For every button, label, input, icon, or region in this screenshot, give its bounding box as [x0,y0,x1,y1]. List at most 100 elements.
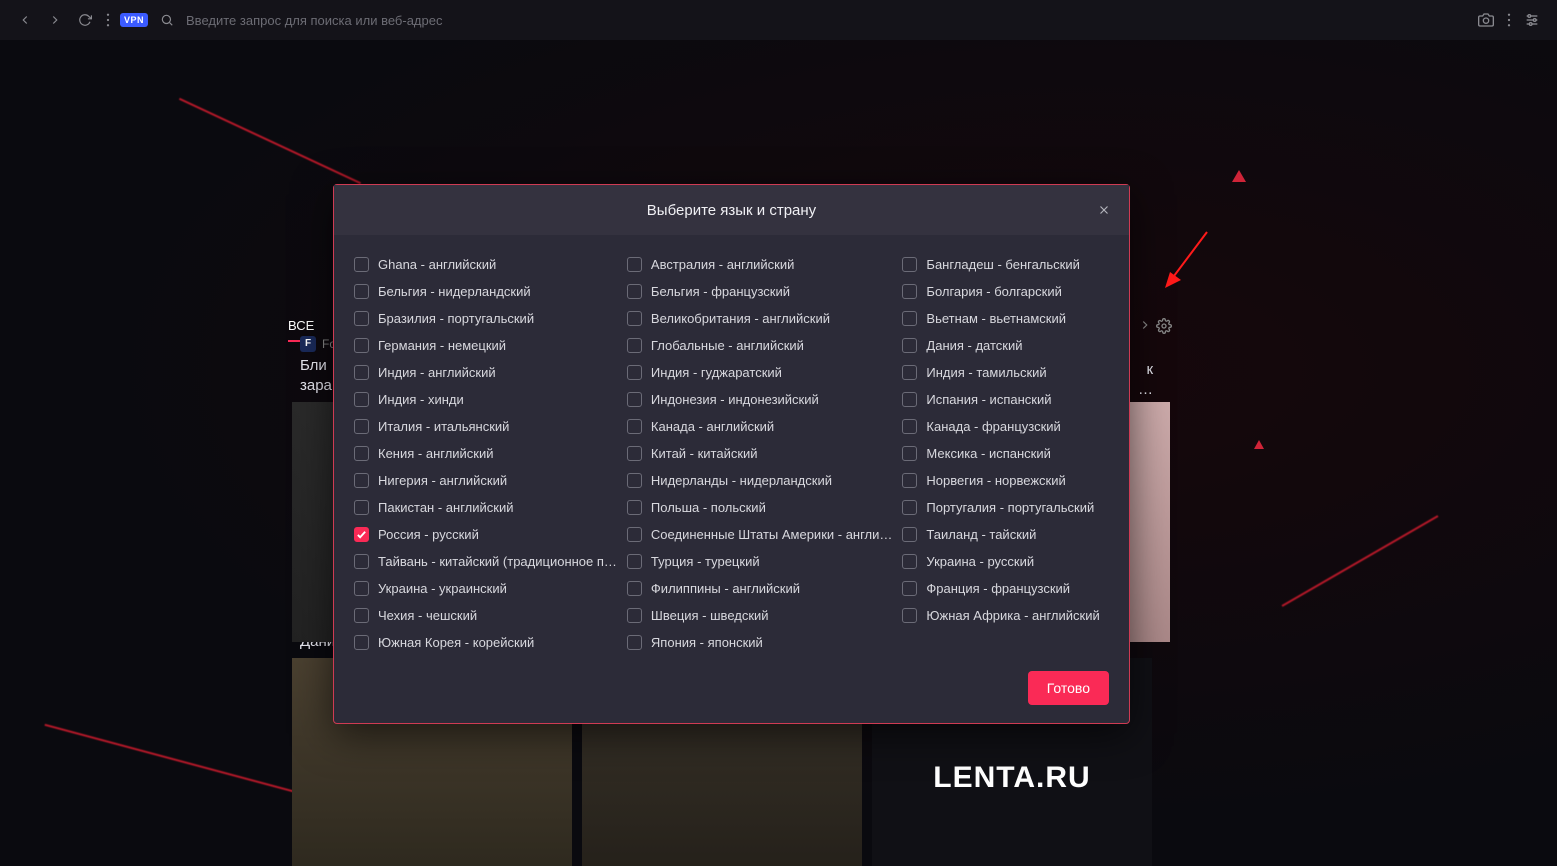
news-headline[interactable]: Близара [300,356,336,397]
checkbox[interactable] [627,365,642,380]
checkbox[interactable] [354,392,369,407]
checkbox[interactable] [902,608,917,623]
checkbox[interactable] [902,527,917,542]
language-option[interactable]: Австралия - английский [627,253,892,275]
language-option[interactable]: Германия - немецкий [354,334,617,356]
checkbox[interactable] [354,473,369,488]
checkbox[interactable] [902,554,917,569]
checkbox[interactable] [902,365,917,380]
language-option[interactable]: Португалия - португальский [902,496,1109,518]
language-option[interactable]: Турция - турецкий [627,550,892,572]
checkbox[interactable] [902,446,917,461]
language-option[interactable]: Индия - гуджаратский [627,361,892,383]
checkbox[interactable] [902,392,917,407]
language-option[interactable]: Украина - украинский [354,577,617,599]
language-option[interactable]: Франция - французский [902,577,1109,599]
search-icon[interactable] [156,9,178,31]
language-option[interactable]: Пакистан - английский [354,496,617,518]
toolbar-more-icon[interactable] [1505,9,1513,31]
language-option[interactable]: Таиланд - тайский [902,523,1109,545]
checkbox[interactable] [354,311,369,326]
close-button[interactable] [1093,199,1115,221]
checkbox[interactable] [354,419,369,434]
checkbox[interactable] [902,257,917,272]
news-headline[interactable]: к… [1138,360,1153,401]
checkbox[interactable] [627,419,642,434]
news-settings-icon[interactable] [1156,318,1172,339]
language-option[interactable]: Чехия - чешский [354,604,617,626]
language-option[interactable]: Норвегия - норвежский [902,469,1109,491]
checkbox[interactable] [627,284,642,299]
checkbox[interactable] [627,554,642,569]
language-option[interactable]: Мексика - испанский [902,442,1109,464]
checkbox[interactable] [627,581,642,596]
checkbox[interactable] [902,581,917,596]
forward-button[interactable] [44,9,66,31]
language-option[interactable]: Филиппины - английский [627,577,892,599]
checkbox[interactable] [354,635,369,650]
language-option[interactable]: Польша - польский [627,496,892,518]
checkbox[interactable] [354,527,369,542]
language-option[interactable]: Бангладеш - бенгальский [902,253,1109,275]
language-option[interactable]: Индия - хинди [354,388,617,410]
vpn-badge[interactable]: VPN [120,13,148,27]
more-icon[interactable] [104,9,112,31]
checkbox[interactable] [354,284,369,299]
checkbox[interactable] [354,365,369,380]
checkbox[interactable] [627,473,642,488]
checkbox[interactable] [354,338,369,353]
checkbox[interactable] [902,419,917,434]
checkbox[interactable] [627,311,642,326]
checkbox[interactable] [627,527,642,542]
language-option[interactable]: Индия - английский [354,361,617,383]
language-option[interactable]: Болгария - болгарский [902,280,1109,302]
checkbox[interactable] [354,608,369,623]
checkbox[interactable] [354,554,369,569]
language-option[interactable]: Соединенные Штаты Америки - англи… [627,523,892,545]
checkbox[interactable] [902,284,917,299]
language-option[interactable]: Великобритания - английский [627,307,892,329]
checkbox[interactable] [627,635,642,650]
language-option[interactable]: Япония - японский [627,631,892,653]
checkbox[interactable] [354,257,369,272]
language-option[interactable]: Индонезия - индонезийский [627,388,892,410]
checkbox[interactable] [627,338,642,353]
language-option[interactable]: Южная Корея - корейский [354,631,617,653]
language-option[interactable]: Кения - английский [354,442,617,464]
language-option[interactable]: Южная Африка - английский [902,604,1109,626]
checkbox[interactable] [902,311,917,326]
language-option[interactable]: Канада - французский [902,415,1109,437]
language-option[interactable]: Китай - китайский [627,442,892,464]
language-option[interactable]: Испания - испанский [902,388,1109,410]
easy-setup-icon[interactable] [1521,9,1543,31]
checkbox[interactable] [354,581,369,596]
news-tabs-next-icon[interactable] [1138,318,1152,337]
language-option[interactable]: Украина - русский [902,550,1109,572]
language-option[interactable]: Бразилия - португальский [354,307,617,329]
language-option[interactable]: Швеция - шведский [627,604,892,626]
checkbox[interactable] [902,473,917,488]
language-option[interactable]: Италия - итальянский [354,415,617,437]
language-option[interactable]: Глобальные - английский [627,334,892,356]
language-option[interactable]: Тайвань - китайский (традиционное п… [354,550,617,572]
language-option[interactable]: Индия - тамильский [902,361,1109,383]
checkbox[interactable] [354,446,369,461]
checkbox[interactable] [627,608,642,623]
checkbox[interactable] [627,392,642,407]
language-option[interactable]: Канада - английский [627,415,892,437]
language-option[interactable]: Нигерия - английский [354,469,617,491]
done-button[interactable]: Готово [1028,671,1109,705]
checkbox[interactable] [627,500,642,515]
language-option[interactable]: Россия - русский [354,523,617,545]
checkbox[interactable] [627,446,642,461]
language-option[interactable]: Бельгия - французский [627,280,892,302]
news-card[interactable] [1130,402,1170,642]
language-option[interactable]: Ghana - английский [354,253,617,275]
reload-button[interactable] [74,9,96,31]
checkbox[interactable] [354,500,369,515]
language-option[interactable]: Дания - датский [902,334,1109,356]
checkbox[interactable] [902,338,917,353]
language-option[interactable]: Нидерланды - нидерландский [627,469,892,491]
address-input[interactable]: Введите запрос для поиска или веб-адрес [186,13,442,28]
snapshot-icon[interactable] [1475,9,1497,31]
